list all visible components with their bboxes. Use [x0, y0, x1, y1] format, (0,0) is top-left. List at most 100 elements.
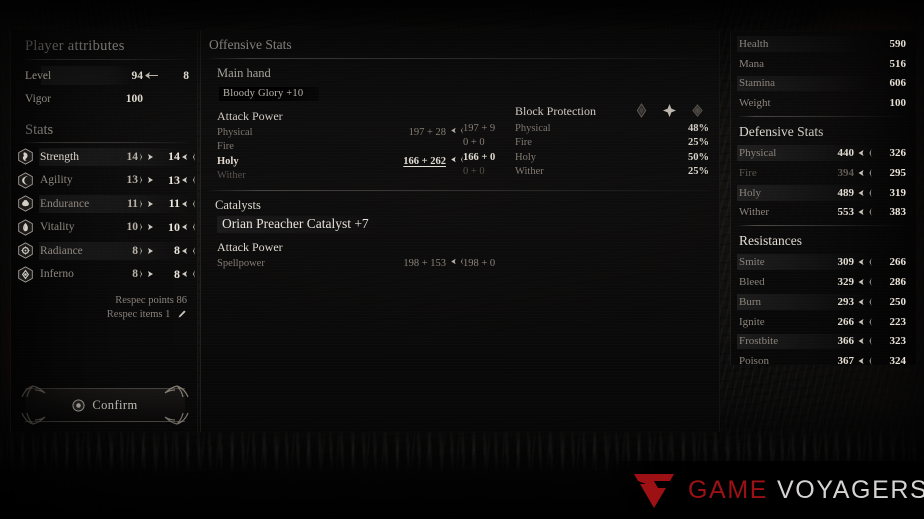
ornament-icon [21, 412, 47, 426]
resistance-label: Smite [739, 256, 765, 269]
main-hand-label: Main hand [217, 66, 271, 80]
protection-value: 48% [688, 122, 709, 134]
arrow-left-icon [138, 152, 156, 162]
attack-power-row-wither: Wither [217, 169, 463, 184]
vital-row-mana[interactable]: Mana 516 [731, 54, 916, 74]
slot-diamond-icon[interactable] [634, 103, 649, 123]
attribute-label: Vigor [25, 92, 52, 105]
strength-icon [17, 148, 34, 165]
resistance-row-bleed[interactable]: Bleed 329 286 [731, 272, 916, 292]
defense-final-value: 319 [889, 186, 907, 199]
watermark-text-primary: GAME [688, 475, 769, 504]
weapon-slot-icons [634, 103, 705, 123]
resistance-final-value: 250 [889, 295, 907, 308]
stat-name: Strength [40, 150, 79, 163]
attack-result-fire: 0 + 0 [463, 136, 515, 151]
spellpower-label: Spellpower [217, 257, 265, 269]
stat-row-inferno[interactable]: Inferno 8 8 [11, 263, 197, 287]
slot-diamond-icon[interactable] [662, 103, 677, 123]
arrow-left-icon [138, 269, 156, 279]
main-hand-weapon-name[interactable]: Bloody Glory +10 [219, 87, 320, 101]
vital-label: Mana [739, 57, 765, 70]
resistance-label: Frostbite [739, 335, 779, 348]
resistance-row-poison[interactable]: Poison 367 324 [731, 351, 916, 371]
slot-diamond-icon[interactable] [690, 103, 705, 123]
defensive-row-fire[interactable]: Fire 394 295 [731, 163, 916, 183]
arrow-right-icon [854, 317, 876, 327]
arrow-left-icon [138, 199, 156, 209]
vital-value: 606 [889, 77, 907, 90]
vital-label: Health [739, 37, 769, 50]
arrow-right-icon [180, 222, 196, 232]
damage-type-label: Holy [217, 155, 239, 167]
attack-power-row-fire: Fire [217, 140, 463, 155]
defense-label: Fire [739, 166, 757, 179]
stat-name: Inferno [40, 268, 74, 281]
attribute-row-level[interactable]: Level 94 8 [11, 64, 197, 87]
resistance-row-frostbite[interactable]: Frostbite 366 323 [731, 332, 916, 352]
confirm-button[interactable]: Confirm [21, 385, 189, 425]
defense-label: Physical [739, 147, 777, 160]
vital-row-weight[interactable]: Weight 100 [731, 93, 916, 113]
resistances-list: Smite 309 266 Bleed 329 286 Burn 293 250… [731, 252, 916, 371]
stat-row-agility[interactable]: Agility 13 13 [11, 169, 197, 193]
confirm-button-label: Confirm [92, 397, 138, 412]
defensive-row-physical[interactable]: Physical 440 326 [731, 143, 916, 163]
resistance-final-value: 286 [889, 276, 907, 289]
attack-result-wither: 0 + 0 [463, 165, 515, 180]
resistance-row-burn[interactable]: Burn 293 250 [731, 292, 916, 312]
defensive-row-wither[interactable]: Wither 553 383 [731, 203, 916, 223]
resistance-row-smite[interactable]: Smite 309 266 [731, 252, 916, 272]
stat-row-endurance[interactable]: Endurance 11 11 [11, 192, 197, 216]
protection-type-label: Wither [515, 166, 544, 178]
stat-row-vitality[interactable]: Vitality 10 10 [11, 216, 197, 240]
damage-result-value: 0 + 0 [463, 137, 485, 149]
damage-base-value: 197 + 28 [408, 126, 446, 138]
arrow-right-icon [854, 168, 876, 178]
damage-result-value: 0 + 0 [463, 166, 485, 178]
block-protection-row-physical: Physical 48% [515, 121, 709, 136]
vital-row-health[interactable]: Health 590 [731, 34, 916, 54]
vital-row-stamina[interactable]: Stamina 606 [731, 74, 916, 94]
defensive-row-holy[interactable]: Holy 489 319 [731, 183, 916, 203]
vital-label: Weight [739, 97, 771, 110]
resistance-label: Burn [739, 295, 761, 308]
player-attributes-panel: Player attributes Level 94 8 Vigor 100 S… [10, 30, 198, 432]
spellpower-result-value: 198 + 0 [463, 257, 496, 269]
stat-name: Radiance [40, 244, 83, 257]
arrow-right-icon [180, 246, 196, 256]
catalyst-attack-power-label: Attack Power [217, 240, 283, 254]
stat-value: 8 [132, 268, 138, 281]
respec-info: Respec points 86 Respec items 1 [11, 294, 197, 324]
resistance-final-value: 266 [889, 256, 907, 269]
catalyst-name[interactable]: Orian Preacher Catalyst +7 [217, 216, 383, 233]
stat-row-radiance[interactable]: Radiance 8 8 [11, 239, 197, 263]
stat-row-strength[interactable]: Strength 14 14 [11, 145, 197, 169]
arrow-right-icon [451, 257, 463, 269]
confirm-button-icon [72, 398, 85, 412]
block-protection-row-holy: Holy 50% [515, 150, 709, 165]
resistance-row-ignite[interactable]: Ignite 266 223 [731, 312, 916, 332]
resistance-base-value: 329 [837, 276, 855, 289]
arrow-right-icon [180, 175, 196, 185]
vitals-list: Health 590 Mana 516 Stamina 606 Weight 1… [731, 31, 916, 113]
character-stats-panel: Health 590 Mana 516 Stamina 606 Weight 1… [730, 30, 916, 367]
damage-result-value: 166 + 0 [463, 151, 496, 163]
attributes-list: Level 94 8 Vigor 100 [11, 60, 197, 110]
watermark-text-secondary: VOYAGERS [777, 475, 924, 504]
arrow-right-icon [451, 126, 463, 138]
attribute-row-vigor[interactable]: Vigor 100 [11, 87, 197, 110]
block-protection-row-fire: Fire 25% [515, 136, 709, 151]
inferno-icon [17, 266, 34, 283]
block-protection-row-wither: Wither 25% [515, 165, 709, 180]
divider [739, 225, 908, 227]
vital-value: 516 [889, 57, 907, 70]
catalysts-label: Catalysts [215, 198, 261, 212]
attack-result-holy: 166 + 0 [463, 150, 515, 165]
resistance-base-value: 293 [837, 295, 855, 308]
resistance-final-value: 323 [889, 335, 907, 348]
stat-name: Agility [40, 174, 73, 187]
offensive-stats-title: Offensive Stats [209, 37, 292, 52]
damage-base-value: 166 + 262 [403, 155, 446, 167]
defense-base-value: 440 [837, 147, 855, 160]
